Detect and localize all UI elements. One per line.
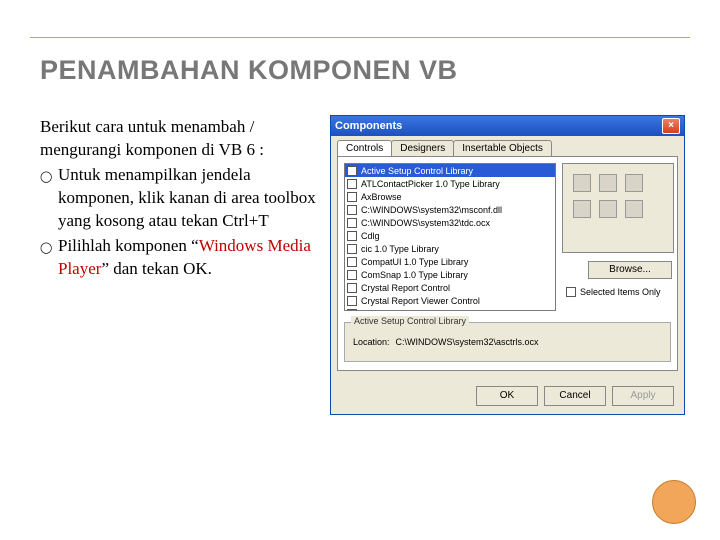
tab-insertable[interactable]: Insertable Objects bbox=[453, 140, 552, 156]
checkbox-icon[interactable] bbox=[347, 244, 357, 254]
close-button[interactable]: × bbox=[662, 118, 680, 134]
components-dialog: Components × Controls Designers Insertab… bbox=[330, 115, 685, 415]
preview-icons bbox=[573, 174, 663, 218]
preview-icon bbox=[599, 200, 617, 218]
accent-line bbox=[30, 37, 690, 38]
checkbox-icon[interactable] bbox=[347, 283, 357, 293]
list-item[interactable]: C:\WINDOWS\system32\tdc.ocx bbox=[345, 216, 555, 229]
list-item[interactable]: Crystal Report Control bbox=[345, 281, 555, 294]
bullet-marker-icon: ◯ bbox=[40, 235, 58, 281]
wmp-highlight: Windows Media Player bbox=[58, 236, 311, 278]
checkbox-icon[interactable] bbox=[347, 218, 357, 228]
checkbox-icon[interactable] bbox=[347, 270, 357, 280]
tab-bar: Controls Designers Insertable Objects bbox=[331, 136, 684, 156]
checkbox-icon[interactable] bbox=[347, 192, 357, 202]
selected-items-only[interactable]: Selected Items Only bbox=[566, 287, 661, 297]
location-group-title: Active Setup Control Library bbox=[351, 316, 469, 326]
intro-text: Berikut cara untuk menambah / mengurangi… bbox=[40, 116, 320, 162]
location-label: Location: bbox=[353, 337, 390, 347]
tab-panel: Active Setup Control Library ATLContactP… bbox=[337, 156, 678, 371]
bullet-1-text: Untuk menampilkan jendela komponen, klik… bbox=[58, 164, 320, 233]
checkbox-icon[interactable] bbox=[347, 166, 357, 176]
list-item[interactable]: ComSnap 1.0 Type Library bbox=[345, 268, 555, 281]
bullet-2-text: Pilihlah komponen “Windows Media Player”… bbox=[58, 235, 320, 281]
list-item[interactable]: ATLContactPicker 1.0 Type Library bbox=[345, 177, 555, 190]
preview-icon bbox=[625, 200, 643, 218]
list-item[interactable]: cic 1.0 Type Library bbox=[345, 242, 555, 255]
browse-button[interactable]: Browse... bbox=[588, 261, 672, 279]
checkbox-icon[interactable] bbox=[566, 287, 576, 297]
component-list[interactable]: Active Setup Control Library ATLContactP… bbox=[344, 163, 556, 311]
decorative-circle-icon bbox=[652, 480, 696, 524]
checkbox-icon[interactable] bbox=[347, 309, 357, 312]
location-group: Active Setup Control Library Location: C… bbox=[344, 322, 671, 362]
apply-button[interactable]: Apply bbox=[612, 386, 674, 406]
list-item[interactable]: C:\WINDOWS\system32\msconf.dll bbox=[345, 203, 555, 216]
tab-controls[interactable]: Controls bbox=[337, 140, 392, 156]
checkbox-icon[interactable] bbox=[347, 257, 357, 267]
location-value: C:\WINDOWS\system32\asctrls.ocx bbox=[396, 337, 539, 347]
content-text: Berikut cara untuk menambah / mengurangi… bbox=[40, 116, 320, 281]
checkbox-icon[interactable] bbox=[347, 231, 357, 241]
checkbox-icon[interactable] bbox=[347, 205, 357, 215]
preview-icon bbox=[599, 174, 617, 192]
preview-icon bbox=[573, 200, 591, 218]
checkbox-icon[interactable] bbox=[347, 296, 357, 306]
list-item[interactable]: Crystal Select Expert OLE Control module bbox=[345, 307, 555, 311]
selected-items-label: Selected Items Only bbox=[580, 287, 661, 297]
preview-icon bbox=[625, 174, 643, 192]
list-item[interactable]: Active Setup Control Library bbox=[345, 164, 555, 177]
bullet-1: ◯ Untuk menampilkan jendela komponen, kl… bbox=[40, 164, 320, 233]
preview-icon bbox=[573, 174, 591, 192]
list-item[interactable]: AxBrowse bbox=[345, 190, 555, 203]
list-item[interactable]: CompatUI 1.0 Type Library bbox=[345, 255, 555, 268]
dialog-title: Components bbox=[335, 120, 662, 132]
preview-pane bbox=[562, 163, 674, 253]
tab-designers[interactable]: Designers bbox=[391, 140, 454, 156]
list-item[interactable]: Cdlg bbox=[345, 229, 555, 242]
dialog-titlebar[interactable]: Components × bbox=[331, 116, 684, 136]
slide-title: PENAMBAHAN KOMPONEN VB bbox=[40, 55, 458, 86]
bullet-2: ◯ Pilihlah komponen “Windows Media Playe… bbox=[40, 235, 320, 281]
list-item[interactable]: Crystal Report Viewer Control bbox=[345, 294, 555, 307]
dialog-buttons: OK Cancel Apply bbox=[476, 386, 674, 406]
checkbox-icon[interactable] bbox=[347, 179, 357, 189]
bullet-marker-icon: ◯ bbox=[40, 164, 58, 233]
cancel-button[interactable]: Cancel bbox=[544, 386, 606, 406]
ok-button[interactable]: OK bbox=[476, 386, 538, 406]
